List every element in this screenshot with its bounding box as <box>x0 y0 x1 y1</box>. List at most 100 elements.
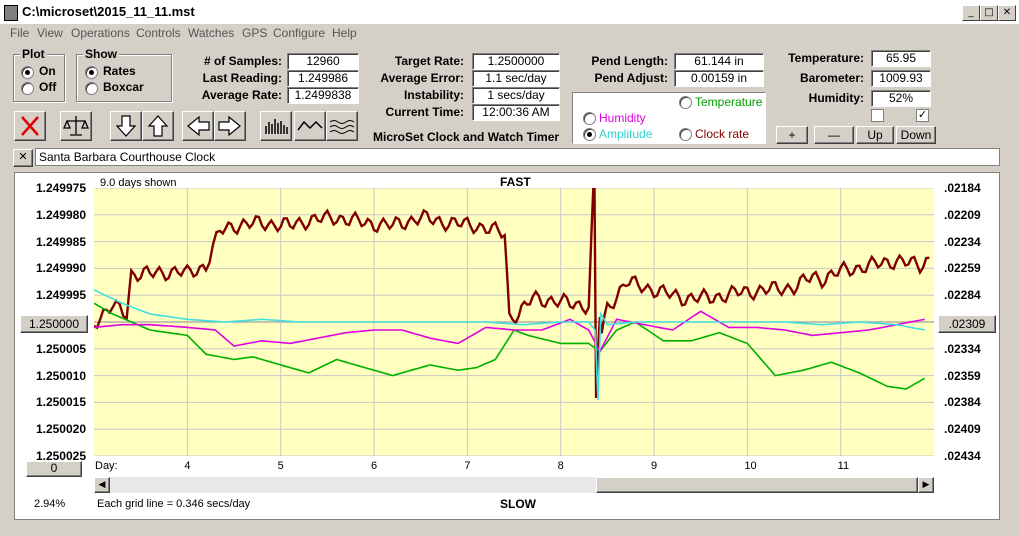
minimize-button[interactable]: _ <box>962 5 980 21</box>
left-center-button[interactable]: 1.250000 <box>20 315 88 333</box>
plot-on-radio[interactable] <box>21 66 34 79</box>
left-tick-label: 1.249975 <box>35 181 86 195</box>
aux-amplitude-radio[interactable] <box>583 128 596 141</box>
menu-file[interactable]: File <box>10 26 29 40</box>
arrow-up-icon <box>147 115 169 137</box>
plot-off-radio[interactable] <box>21 82 34 95</box>
offset-field[interactable]: 0 <box>26 461 82 477</box>
arrow-down-icon <box>115 115 137 137</box>
left-tick-label: 1.250015 <box>35 395 86 410</box>
title-bar: C:\microset\2015_11_11.mst _ □ ✕ <box>0 0 1019 24</box>
barometer-value: 1009.93 <box>871 70 931 87</box>
x-tick-label: 6 <box>371 460 378 472</box>
right-tick-label: .02184 <box>944 181 981 195</box>
histogram-button[interactable] <box>260 111 292 141</box>
plot-on-label: On <box>39 64 56 78</box>
right-tick-label: .02359 <box>944 368 981 383</box>
humidity-value: 52% <box>871 90 931 107</box>
clear-data-button[interactable] <box>14 111 46 141</box>
rate-chart <box>94 188 934 456</box>
show-rates-label: Rates <box>103 64 136 78</box>
plus-button[interactable]: + <box>776 126 808 144</box>
plot-group: Plot On Off <box>13 47 65 102</box>
scale-icon <box>63 116 89 136</box>
pend-length-label: Pend Length: <box>591 54 668 68</box>
day-label: Day: <box>95 460 118 472</box>
horizontal-scrollbar[interactable]: ◀ ▶ <box>94 477 934 493</box>
left-arrow-button[interactable] <box>182 111 214 141</box>
arrow-right-icon <box>218 115 241 137</box>
scroll-left-arrow[interactable]: ◀ <box>94 477 110 493</box>
slow-label: SLOW <box>500 497 536 511</box>
right-tick-label: .02259 <box>944 261 981 276</box>
right-tick-label: .02334 <box>944 341 981 356</box>
scroll-right-arrow[interactable]: ▶ <box>918 477 934 493</box>
checkbox-right[interactable]: ✓ <box>916 109 929 122</box>
menu-controls[interactable]: Controls <box>136 26 181 40</box>
grid-note: Each grid line = 0.346 secs/day <box>97 498 251 510</box>
aux-clockrate-label: Clock rate <box>695 127 750 141</box>
wave-button[interactable] <box>294 111 326 141</box>
boxcar-wave-button[interactable] <box>326 111 358 141</box>
x-tick-label: 11 <box>837 460 850 472</box>
aux-humidity-label: Humidity <box>599 111 646 125</box>
x-tick-label: 10 <box>744 460 757 472</box>
balance-button[interactable] <box>60 111 92 141</box>
left-tick-label: 1.249985 <box>35 234 86 249</box>
x-tick-label: 8 <box>557 460 564 472</box>
minus-button[interactable]: — <box>814 126 854 144</box>
x-tick-label: 5 <box>277 460 284 472</box>
menu-configure[interactable]: Configure <box>273 26 325 40</box>
right-tick-label: .02209 <box>944 207 981 222</box>
fast-label: FAST <box>500 175 531 189</box>
up-arrow-button[interactable] <box>142 111 174 141</box>
left-tick-label: 1.249990 <box>35 261 86 276</box>
show-rates-radio[interactable] <box>85 66 98 79</box>
x-tick-label: 7 <box>464 460 471 472</box>
average-error-value: 1.1 sec/day <box>472 70 560 87</box>
right-tick-label: .02384 <box>944 395 981 410</box>
menu-watches[interactable]: Watches <box>188 26 234 40</box>
instability-value: 1 secs/day <box>472 87 560 104</box>
right-tick-label: .02434 <box>944 449 981 463</box>
scroll-thumb[interactable] <box>596 477 918 493</box>
menu-operations[interactable]: Operations <box>71 26 130 40</box>
clear-name-button[interactable]: ✕ <box>13 149 33 167</box>
maximize-button[interactable]: □ <box>980 5 998 21</box>
aux-temperature-radio[interactable] <box>679 96 692 109</box>
up-button[interactable]: Up <box>856 126 894 144</box>
show-group: Show Rates Boxcar <box>76 47 172 102</box>
menu-view[interactable]: View <box>37 26 63 40</box>
right-center-button[interactable]: .02309 <box>938 315 996 333</box>
humidity-label: Humidity: <box>808 91 864 105</box>
aux-clockrate-radio[interactable] <box>679 128 692 141</box>
show-boxcar-radio[interactable] <box>85 82 98 95</box>
right-tick-label: .02409 <box>944 422 981 437</box>
right-tick-label: .02284 <box>944 288 981 303</box>
plot-group-title: Plot <box>20 47 47 61</box>
last-reading-label: Last Reading: <box>202 71 282 85</box>
app-icon <box>4 5 18 21</box>
clock-name-field[interactable]: Santa Barbara Courthouse Clock <box>35 148 1000 166</box>
menu-gps[interactable]: GPS <box>242 26 267 40</box>
left-tick-label: 1.250020 <box>35 422 86 437</box>
checkbox-left[interactable] <box>871 109 884 122</box>
app-caption: MicroSet Clock and Watch Timer <box>373 130 560 144</box>
window-title: C:\microset\2015_11_11.mst <box>22 4 195 19</box>
aux-humidity-radio[interactable] <box>583 112 596 125</box>
menu-help[interactable]: Help <box>332 26 357 40</box>
instability-label: Instability: <box>403 88 464 102</box>
pend-adjust-label: Pend Adjust: <box>594 71 668 85</box>
multi-wave-icon <box>329 120 355 134</box>
left-tick-label: 1.250005 <box>35 341 86 356</box>
down-button[interactable]: Down <box>896 126 936 144</box>
right-arrow-button[interactable] <box>214 111 246 141</box>
show-group-title: Show <box>83 47 119 61</box>
aux-trace-panel: Temperature Humidity Amplitude Clock rat… <box>572 92 766 144</box>
wave-icon <box>297 120 323 131</box>
close-button[interactable]: ✕ <box>998 5 1016 21</box>
samples-value: 12960 <box>287 53 359 70</box>
x-tick-label: 9 <box>651 460 658 472</box>
pend-length-value: 61.144 in <box>674 53 764 70</box>
down-arrow-button[interactable] <box>110 111 142 141</box>
